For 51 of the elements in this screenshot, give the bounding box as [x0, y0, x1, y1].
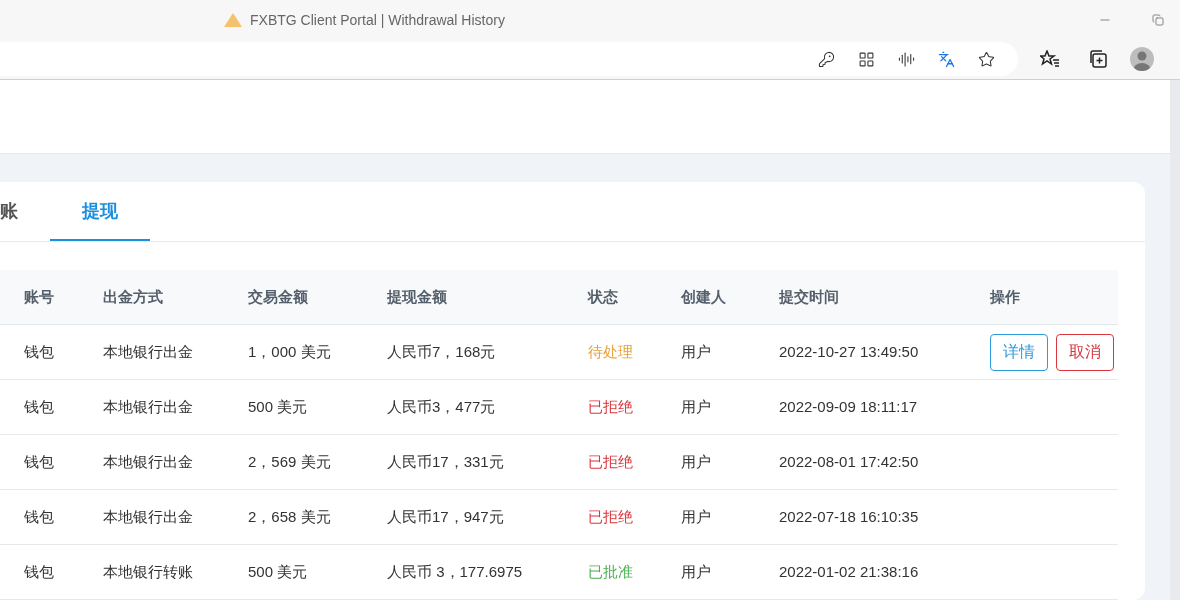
table-cell-text: 用户 — [681, 506, 712, 527]
avatar-icon[interactable] — [1130, 47, 1154, 71]
column-header: 提交时间 — [779, 286, 840, 307]
window-title: FXBTG Client Portal | Withdrawal History — [250, 10, 505, 30]
table-cell-text: 用户 — [681, 341, 712, 362]
table-cell-text: 用户 — [681, 451, 712, 472]
column-header: 操作 — [990, 286, 1021, 307]
table-cell-text: 人民币7，168元 — [387, 341, 497, 362]
table-cell-text: 本地银行出金 — [103, 451, 194, 472]
column-header: 创建人 — [681, 286, 727, 307]
status-text: 已拒绝 — [588, 506, 634, 527]
table-cell-text: 本地银行出金 — [103, 506, 194, 527]
table-cell-text: 2022-01-02 21:38:16 — [779, 561, 920, 582]
column-header: 提现金额 — [387, 286, 448, 307]
table-cell-text: 本地银行出金 — [103, 341, 194, 362]
table-cell-text: 钱包 — [24, 506, 55, 527]
table-cell-text: 人民币3，477元 — [387, 396, 497, 417]
status-text: 已拒绝 — [588, 396, 634, 417]
tab[interactable]: 提现 — [50, 182, 150, 241]
table-cell-text: 500 美元 — [248, 396, 309, 417]
table-cell-text: 钱包 — [24, 396, 55, 417]
table-cell-text: 500 美元 — [248, 561, 309, 582]
status-text: 待处理 — [588, 341, 634, 362]
column-header: 出金方式 — [103, 286, 164, 307]
details-button[interactable]: 详情 — [990, 333, 1048, 371]
table-cell-text: 本地银行转账 — [103, 561, 194, 582]
cancel-button[interactable]: 取消 — [1056, 333, 1114, 371]
table-cell-text: 人民币 3，177.6975 — [387, 561, 524, 582]
column-header: 状态 — [588, 286, 619, 307]
table-cell-text: 钱包 — [24, 561, 55, 582]
table-cell-text: 2022-07-18 16:10:35 — [779, 506, 920, 527]
table-cell-text: 2，569 美元 — [248, 451, 332, 472]
table-cell-text: 2022-09-09 18:11:17 — [779, 396, 919, 417]
table-cell-text: 用户 — [681, 396, 712, 417]
table-cell-text: 2022-10-27 13:49:50 — [779, 341, 920, 362]
table-cell-text: 人民币17，947元 — [387, 506, 505, 527]
tab[interactable]: 账 — [0, 182, 50, 241]
scrollbar[interactable] — [1170, 80, 1180, 600]
status-text: 已拒绝 — [588, 451, 634, 472]
table-cell-text: 钱包 — [24, 451, 55, 472]
table-cell-text: 2，658 美元 — [248, 506, 332, 527]
status-text: 已批准 — [588, 561, 634, 582]
column-header: 交易金额 — [248, 286, 309, 307]
table-cell-text: 1，000 美元 — [248, 341, 332, 362]
table-cell-text: 2022-08-01 17:42:50 — [779, 451, 920, 472]
table-cell-text: 用户 — [681, 561, 712, 582]
table-cell-text: 本地银行出金 — [103, 396, 194, 417]
table-cell-text: 钱包 — [24, 341, 55, 362]
column-header: 账号 — [24, 286, 55, 307]
warning-icon — [224, 12, 242, 27]
table-cell-text: 人民币17，331元 — [387, 451, 505, 472]
